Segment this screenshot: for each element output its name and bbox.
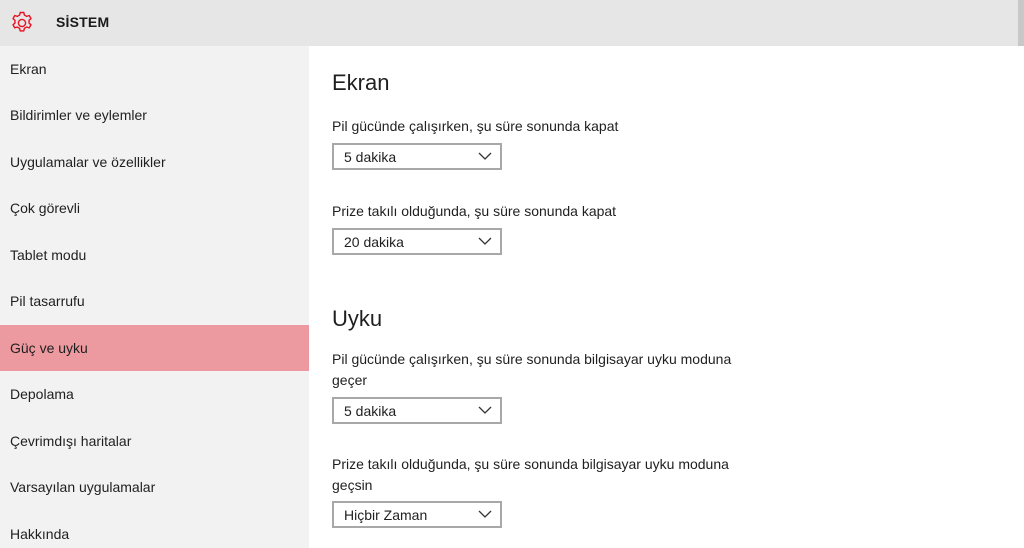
screen-plugged-dropdown[interactable]: 20 dakika [332, 228, 502, 255]
sidebar-item-default-apps[interactable]: Varsayılan uygulamalar [0, 464, 309, 510]
sidebar-item-ekran[interactable]: Ekran [0, 46, 309, 92]
sidebar-item-label: Tablet modu [10, 247, 87, 263]
sleep-plugged-dropdown[interactable]: Hiçbir Zaman [332, 501, 502, 528]
gear-icon [12, 11, 32, 32]
dropdown-value: Hiçbir Zaman [344, 507, 428, 523]
sidebar-item-apps-features[interactable]: Uygulamalar ve özellikler [0, 139, 309, 185]
dropdown-value: 5 dakika [344, 403, 397, 419]
sidebar-item-label: Çok görevli [10, 200, 81, 216]
dropdown-value: 20 dakika [344, 234, 404, 250]
sidebar-item-label: Ekran [10, 61, 47, 77]
sidebar-item-label: Pil tasarrufu [10, 293, 85, 309]
title-bar: SİSTEM [0, 0, 1018, 46]
sidebar: Ekran Bildirimler ve eylemler Uygulamala… [0, 46, 309, 548]
sidebar-item-multitasking[interactable]: Çok görevli [0, 185, 309, 231]
sidebar-item-notifications[interactable]: Bildirimler ve eylemler [0, 92, 309, 138]
sidebar-item-label: Varsayılan uygulamalar [10, 479, 156, 495]
sidebar-item-label: Hakkında [10, 526, 70, 542]
section-title-sleep: Uyku [332, 306, 383, 331]
screen-plugged-label: Prize takılı olduğunda, şu süre sonunda … [332, 203, 617, 219]
chevron-down-icon [478, 406, 492, 414]
section-title-screen: Ekran [332, 70, 390, 95]
chevron-down-icon [478, 510, 492, 518]
screen-battery-dropdown[interactable]: 5 dakika [332, 143, 502, 170]
sidebar-item-label: Depolama [10, 386, 74, 402]
sidebar-item-tablet-mode[interactable]: Tablet modu [0, 232, 309, 278]
sidebar-item-offline-maps[interactable]: Çevrimdışı haritalar [0, 418, 309, 464]
dropdown-value: 5 dakika [344, 149, 397, 165]
sidebar-item-storage[interactable]: Depolama [0, 371, 309, 417]
sidebar-item-battery-saver[interactable]: Pil tasarrufu [0, 278, 309, 324]
sidebar-item-about[interactable]: Hakkında [0, 511, 309, 548]
sidebar-item-label: Bildirimler ve eylemler [10, 107, 147, 123]
main-content: Ekran Pil gücünde çalışırken, şu süre so… [309, 46, 1024, 548]
sidebar-item-label: Uygulamalar ve özellikler [10, 154, 166, 170]
sidebar-item-label: Çevrimdışı haritalar [10, 433, 132, 449]
sidebar-item-power-sleep[interactable]: Güç ve uyku [0, 325, 309, 371]
chevron-down-icon [478, 237, 492, 245]
screen-battery-label: Pil gücünde çalışırken, şu süre sonunda … [332, 118, 619, 134]
chevron-down-icon [478, 152, 492, 160]
sidebar-item-label: Güç ve uyku [10, 340, 88, 356]
sleep-battery-label: Pil gücünde çalışırken, şu süre sonunda … [332, 351, 732, 388]
scrollbar[interactable] [1018, 0, 1024, 46]
app-title: SİSTEM [56, 14, 110, 30]
sleep-battery-dropdown[interactable]: 5 dakika [332, 397, 502, 424]
sleep-plugged-label: Prize takılı olduğunda, şu süre sonunda … [332, 456, 729, 493]
settings-window: SİSTEM Ekran Bildirimler ve eylemler Uyg… [0, 0, 1024, 548]
